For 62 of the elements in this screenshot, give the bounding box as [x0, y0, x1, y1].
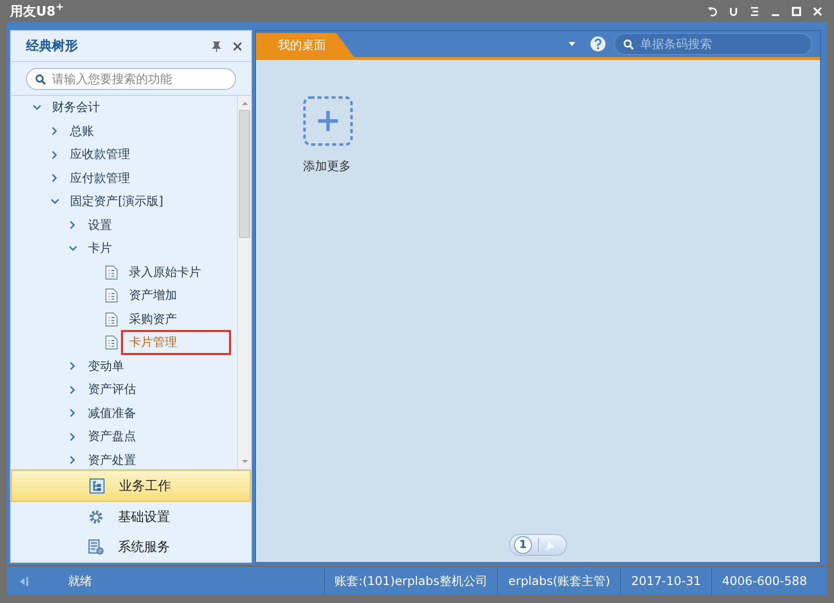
collapsed-caret-icon[interactable] — [69, 432, 77, 441]
help-icon[interactable] — [590, 36, 606, 52]
nav-button[interactable]: 系统服务 — [11, 532, 251, 562]
phone-text: 4006-600-588 — [710, 567, 827, 595]
collapsed-caret-icon[interactable] — [69, 386, 77, 394]
expanded-caret-icon[interactable] — [51, 198, 59, 206]
dropdown-caret-icon[interactable] — [568, 42, 576, 46]
collapsed-caret-icon[interactable] — [51, 127, 59, 136]
search-icon — [623, 38, 634, 50]
tree-item[interactable]: 资产评估 — [85, 380, 139, 400]
tree-item[interactable]: 减值准备 — [85, 404, 139, 423]
document-icon — [105, 288, 118, 304]
collapsed-caret-icon[interactable] — [69, 221, 77, 230]
refresh-icon[interactable] — [707, 6, 718, 16]
collapsed-caret-icon[interactable] — [51, 150, 59, 159]
tree-item[interactable]: 应收款管理 — [67, 145, 133, 164]
expanded-caret-icon[interactable] — [33, 104, 41, 112]
maximize-icon[interactable] — [791, 6, 802, 16]
collapsed-caret-icon[interactable] — [69, 362, 77, 370]
scroll-down-icon[interactable] — [240, 459, 248, 465]
add-icon[interactable] — [303, 96, 353, 146]
status-text: 就绪 — [67, 573, 93, 590]
search-field[interactable]: 单据条码搜索 — [614, 33, 812, 55]
collapsed-caret-icon[interactable] — [69, 409, 77, 418]
tree-item[interactable]: 资产处置 — [85, 450, 139, 470]
magnet-icon[interactable] — [728, 6, 739, 16]
tree-item[interactable]: 卡片 — [85, 239, 115, 258]
collapsed-caret-icon[interactable] — [69, 456, 77, 464]
document-icon — [105, 264, 118, 280]
date-text: 2017-10-31 — [620, 567, 711, 595]
tree-item[interactable]: 录入原始卡片 — [126, 262, 204, 282]
tree-item[interactable]: 变动单 — [85, 356, 127, 376]
page-button[interactable]: 1 — [514, 536, 532, 554]
pin-icon[interactable] — [211, 40, 222, 52]
panel-title: 经典树形 — [26, 38, 78, 55]
close-icon[interactable] — [232, 40, 243, 52]
tree-item[interactable]: 固定资产[演示版] — [67, 192, 166, 212]
tree-item[interactable]: 资产盘点 — [85, 427, 139, 446]
window-title: 用友U8$^{+}$ — [8, 2, 64, 20]
tree-item[interactable]: 应付款管理 — [67, 168, 133, 188]
expanded-caret-icon[interactable] — [69, 244, 77, 253]
tree-item[interactable]: 资产增加 — [126, 286, 180, 306]
account-text: 账套:(101)erplabs整机公司 — [324, 567, 498, 595]
document-icon — [105, 335, 118, 350]
tile-label: 添加更多 — [303, 158, 351, 175]
scroll-up-icon[interactable] — [240, 100, 248, 106]
scrollbar[interactable] — [237, 96, 251, 469]
document-icon — [105, 312, 118, 327]
collapsed-caret-icon[interactable] — [51, 174, 59, 182]
menu-icon[interactable] — [749, 6, 760, 16]
gear-icon — [88, 509, 104, 525]
nav-button[interactable]: 业务工作 — [11, 470, 251, 502]
tree-item[interactable]: 采购资产 — [126, 310, 180, 329]
tree-item[interactable]: 设置 — [85, 216, 115, 235]
tree-item[interactable]: 财务会计 — [49, 98, 103, 118]
tree-view-icon — [89, 478, 105, 494]
nav-button[interactable]: 基础设置 — [11, 502, 251, 532]
search-icon — [35, 74, 46, 84]
document-gear-icon — [88, 539, 104, 555]
tree-item[interactable]: 总账 — [67, 122, 97, 141]
user-text: erplabs(账套主管) — [497, 567, 620, 595]
search-field[interactable]: 请输入您要搜索的功能 — [26, 68, 236, 90]
